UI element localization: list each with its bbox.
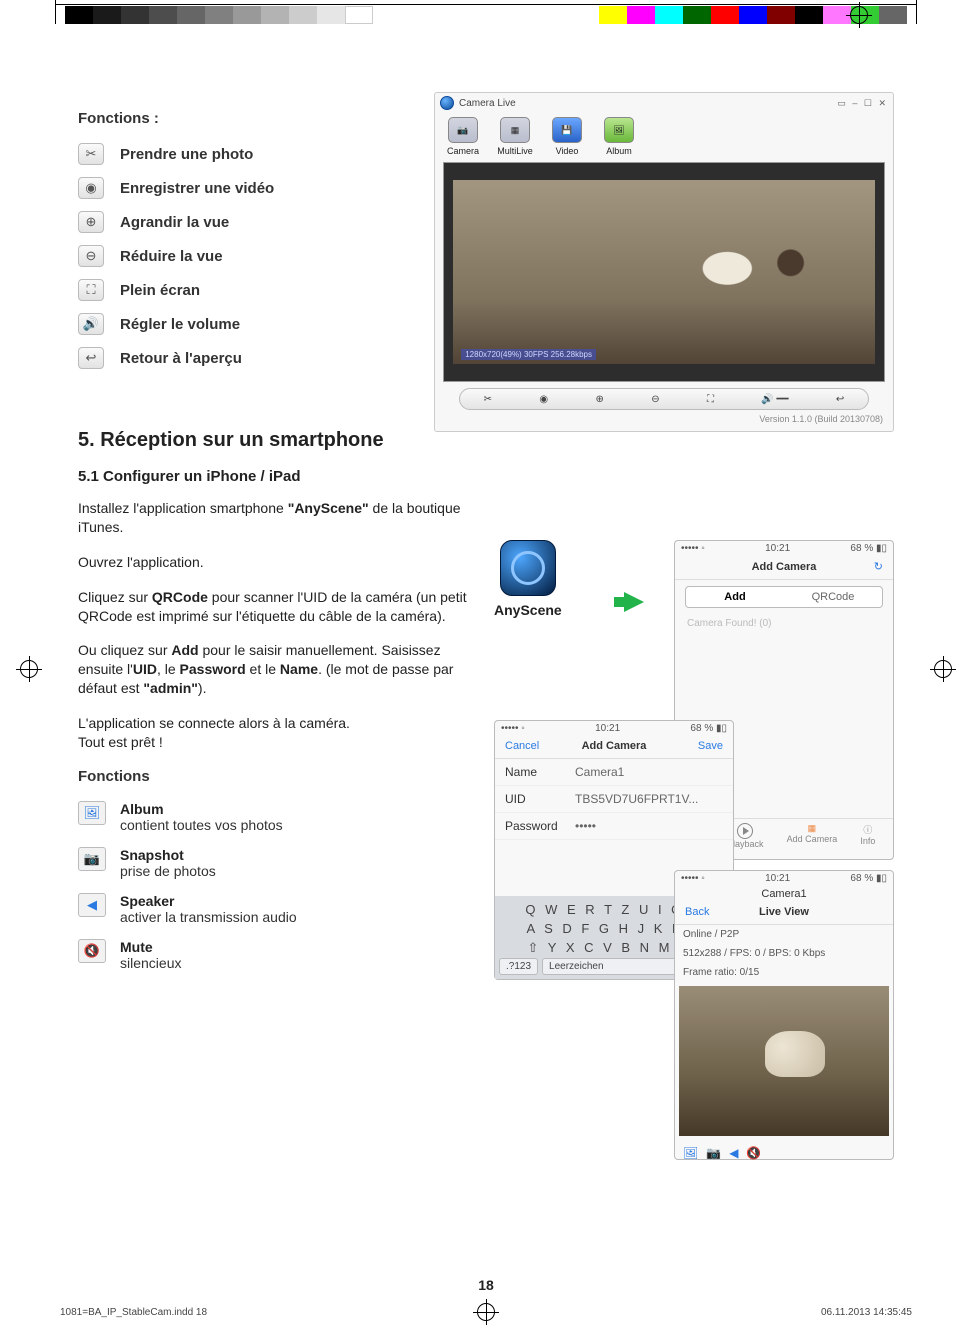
camera-live-window: Camera Live ▭ – ☐ ✕ 📷Camera ▦MultiLive 💾…: [434, 92, 894, 432]
name-field[interactable]: Camera1: [575, 765, 624, 779]
registration-mark-top: [850, 6, 868, 24]
para-add: Ou cliquez sur Add pour le saisir manuel…: [78, 641, 468, 698]
play-icon: [737, 823, 753, 839]
frame-ratio: Frame ratio: 0/15: [675, 963, 893, 982]
func-label: Retour à l'aperçu: [120, 350, 242, 367]
bottom-tab-info[interactable]: ⓘInfo: [860, 823, 875, 849]
func-label: Réduire la vue: [120, 248, 223, 265]
tab-video[interactable]: 💾Video: [549, 117, 585, 156]
tb-fullscreen-icon[interactable]: ⛶: [707, 394, 714, 405]
lv-snapshot-icon[interactable]: 📷: [706, 1146, 721, 1160]
seg-add[interactable]: Add: [686, 587, 784, 607]
anyscene-app-icon: [500, 540, 556, 596]
zoom-in-icon: ⊕: [78, 211, 104, 233]
speaker-icon: ◀: [78, 893, 106, 917]
save-icon: 💾: [552, 117, 582, 143]
cow-scene-image: 1280x720(49%) 30FPS 256.28kbps: [453, 180, 875, 363]
seg-qrcode[interactable]: QRCode: [784, 587, 882, 607]
album-icon: 🖼: [78, 801, 106, 825]
save-button[interactable]: Save: [675, 740, 723, 752]
kb-space-key[interactable]: Leerzeichen: [542, 958, 693, 975]
bottom-tab-addcamera[interactable]: ▦Add Camera: [787, 823, 838, 849]
cancel-button[interactable]: Cancel: [505, 740, 553, 752]
album-icon: 🖼: [604, 117, 634, 143]
snapshot-icon: 📷: [78, 847, 106, 871]
anyscene-app-badge: AnyScene: [494, 540, 562, 618]
tb-zoom-in-icon[interactable]: ⊕: [595, 394, 603, 405]
tb-record-icon[interactable]: ◉: [539, 394, 548, 405]
window-title: Camera Live: [459, 98, 837, 109]
back-button[interactable]: Back: [685, 906, 733, 918]
func-label: Plein écran: [120, 282, 200, 299]
para-install: Installez l'application smartphone "AnyS…: [78, 499, 468, 537]
func-label: Agrandir la vue: [120, 214, 229, 231]
mute-icon: 🔇: [78, 939, 106, 963]
kb-numbers-key[interactable]: .?123: [499, 958, 538, 975]
func-label: Prendre une photo: [120, 146, 253, 163]
para-connect: L'application se connecte alors à la cam…: [78, 714, 468, 752]
para-open: Ouvrez l'application.: [78, 553, 468, 572]
section-5-1-title: 5.1 Configurer un iPhone / iPad: [78, 468, 894, 485]
registration-mark-bottom: [477, 1303, 495, 1321]
green-arrow-icon: [624, 592, 644, 612]
version-text: Version 1.1.0 (Build 20130708): [435, 410, 893, 424]
tab-multilive[interactable]: ▦MultiLive: [497, 117, 533, 156]
section-5-title: 5. Réception sur un smartphone: [78, 429, 894, 452]
camera-icon: 📷: [448, 117, 478, 143]
scissors-icon: ✂: [78, 143, 104, 165]
video-overlay: 1280x720(49%) 30FPS 256.28kbps: [461, 349, 596, 360]
live-view-image: [679, 986, 889, 1136]
info-icon: ⓘ: [863, 825, 872, 835]
camera-name: Camera1: [675, 886, 893, 902]
registration-mark-right: [934, 660, 952, 678]
camera-live-app-icon: [440, 96, 454, 110]
footer-file: 1081=BA_IP_StableCam.indd 18: [60, 1307, 207, 1318]
tab-album[interactable]: 🖼Album: [601, 117, 637, 156]
registration-mark-left: [20, 660, 38, 678]
segmented-control[interactable]: Add QRCode: [685, 586, 883, 608]
tb-zoom-out-icon[interactable]: ⊖: [651, 394, 659, 405]
func-label: Régler le volume: [120, 316, 240, 333]
func-label: Enregistrer une vidéo: [120, 180, 274, 197]
res-info: 512x288 / FPS: 0 / BPS: 0 Kbps: [675, 944, 893, 963]
addcam-icon: ▦: [808, 823, 817, 833]
volume-icon: 🔊: [78, 313, 104, 335]
refresh-button[interactable]: ↻: [835, 560, 883, 573]
uid-field[interactable]: TBS5VD7U6FPRT1V...: [575, 792, 698, 806]
window-buttons[interactable]: ▭ – ☐ ✕: [837, 98, 888, 109]
lv-speaker-icon[interactable]: ◀: [729, 1146, 738, 1160]
camera-toolbar: ✂ ◉ ⊕ ⊖ ⛶ 🔊 ━━ ↩: [459, 388, 869, 410]
phone-screen-live-view: ••••• ◦10:2168 % ▮▯ Camera1 Back Live Vi…: [674, 870, 894, 1160]
empty-state-text: Camera Found! (0): [675, 614, 893, 633]
anyscene-label: AnyScene: [494, 602, 562, 618]
lv-mute-icon[interactable]: 🔇: [746, 1146, 761, 1160]
page-number: 18: [478, 1277, 494, 1293]
password-field[interactable]: •••••: [575, 819, 596, 833]
tab-camera[interactable]: 📷Camera: [445, 117, 481, 156]
record-icon: ◉: [78, 177, 104, 199]
zoom-out-icon: ⊖: [78, 245, 104, 267]
tb-volume-slider[interactable]: 🔊 ━━: [761, 394, 788, 405]
footer-date: 06.11.2013 14:35:45: [821, 1307, 912, 1318]
camera-viewport: 1280x720(49%) 30FPS 256.28kbps: [443, 162, 885, 382]
tb-back-icon[interactable]: ↩: [836, 394, 844, 405]
lv-album-icon[interactable]: 🖼: [683, 1146, 698, 1160]
tb-scissors-icon[interactable]: ✂: [484, 394, 492, 405]
color-bar-left: [65, 6, 373, 24]
grid-icon: ▦: [500, 117, 530, 143]
fullscreen-icon: ⛶: [78, 279, 104, 301]
back-icon: ↩: [78, 347, 104, 369]
conn-status: Online / P2P: [675, 925, 893, 944]
para-qrcode: Cliquez sur QRCode pour scanner l'UID de…: [78, 588, 468, 626]
